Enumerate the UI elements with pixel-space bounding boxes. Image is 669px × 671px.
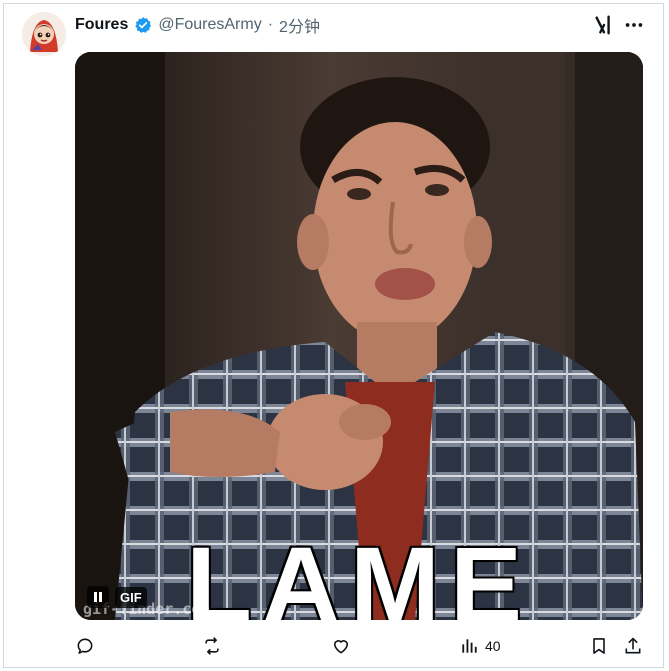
pause-button[interactable]: [87, 586, 109, 608]
repost-icon: [205, 637, 219, 655]
gif-badge: GIF: [115, 586, 147, 608]
like-icon: [333, 640, 349, 654]
share-icon: [625, 637, 641, 654]
verified-badge-icon: [134, 16, 152, 34]
display-name[interactable]: Foures: [75, 16, 128, 34]
bookmark-button[interactable]: [589, 634, 609, 658]
author-handle[interactable]: @FouresArmy: [158, 16, 261, 34]
share-button[interactable]: [623, 634, 643, 658]
views-button[interactable]: 40: [459, 634, 501, 658]
bookmark-icon: [593, 638, 605, 654]
separator-dot: ·: [267, 16, 274, 33]
reply-icon: [77, 638, 93, 654]
x-logo-icon[interactable]: [593, 14, 615, 36]
like-button[interactable]: [331, 634, 351, 658]
gif-media[interactable]: LAME gif-finder.com GIF: [75, 52, 643, 620]
more-icon[interactable]: [623, 14, 645, 36]
pause-icon: [94, 592, 102, 602]
views-count: 40: [485, 638, 501, 654]
avatar[interactable]: [22, 12, 66, 56]
action-bar: 40: [75, 634, 643, 660]
reply-button[interactable]: [75, 634, 95, 658]
repost-button[interactable]: [202, 634, 222, 658]
tweet-timestamp[interactable]: 2分钟: [279, 13, 320, 37]
gif-controls: GIF: [87, 585, 147, 609]
tweet-header: Foures @FouresArmy · 2分钟: [75, 14, 320, 36]
views-icon: [462, 639, 477, 653]
